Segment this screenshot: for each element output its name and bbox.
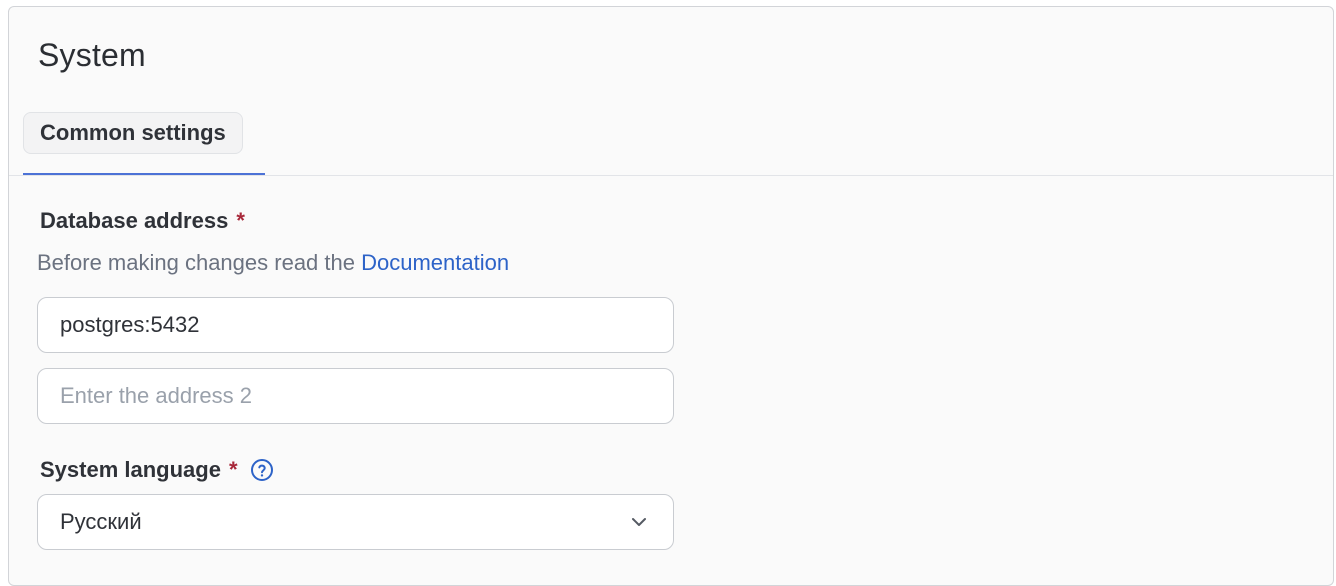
- help-text-prefix: Before making changes read the: [37, 250, 355, 275]
- database-address-label-text: Database address: [40, 208, 229, 233]
- database-address-input-2[interactable]: [37, 368, 674, 424]
- database-help-text: Before making changes read the Documenta…: [37, 250, 509, 276]
- required-mark: *: [228, 457, 238, 482]
- chevron-down-icon: [632, 518, 646, 526]
- system-language-label: System language *: [40, 457, 274, 483]
- system-language-select[interactable]: Русский: [37, 494, 674, 550]
- system-language-value: Русский: [60, 509, 142, 534]
- question-circle-icon[interactable]: [250, 458, 274, 482]
- page-title: System: [38, 37, 146, 73]
- system-language-label-text: System language: [40, 457, 221, 482]
- database-address-label: Database address *: [40, 208, 245, 234]
- documentation-link[interactable]: Documentation: [361, 250, 509, 275]
- required-mark: *: [236, 208, 245, 233]
- tab-common-settings[interactable]: Common settings: [23, 112, 243, 154]
- tabs-divider: [9, 175, 1333, 176]
- system-settings-panel: System Common settings Database address …: [8, 6, 1334, 586]
- database-address-input-1[interactable]: [37, 297, 674, 353]
